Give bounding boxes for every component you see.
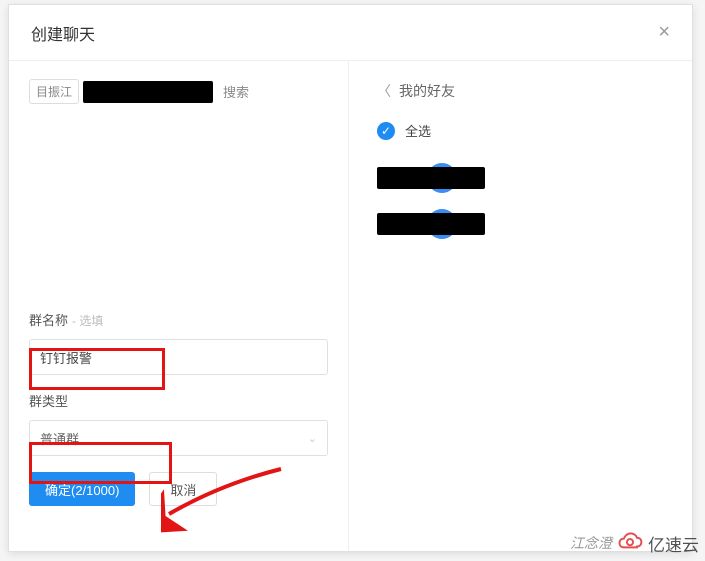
group-type-label: 群类型 (29, 391, 328, 410)
redacted-content (83, 81, 213, 103)
right-panel: 〈 我的好友 全选 (349, 61, 692, 551)
watermark: 江念澄 亿速云 (570, 529, 699, 557)
select-all-label: 全选 (405, 121, 431, 140)
friend-item[interactable] (377, 164, 664, 192)
group-type-select[interactable]: 普通群 ⌄ (29, 420, 328, 456)
friends-back[interactable]: 〈 我的好友 (377, 81, 664, 101)
select-all-row[interactable]: 全选 (377, 121, 664, 140)
friends-title: 我的好友 (399, 81, 455, 101)
watermark-author: 江念澄 (570, 533, 612, 553)
confirm-button[interactable]: 确定(2/1000) (29, 472, 135, 506)
chevron-down-icon: ⌄ (308, 432, 317, 445)
close-button[interactable]: × (658, 21, 670, 44)
dialog-title: 创建聊天 (31, 21, 95, 45)
redacted-content (377, 213, 485, 235)
cloud-logo-icon (616, 529, 644, 557)
cancel-button[interactable]: 取消 (149, 472, 217, 506)
checkbox-checked-icon[interactable] (377, 122, 395, 140)
selected-contact-chip[interactable]: 目振江 (29, 79, 79, 104)
create-chat-dialog: 创建聊天 × 目振江 搜索 群名称- 选填 群类型 普通群 ⌄ 确定(2/100… (8, 4, 693, 552)
group-type-value: 普通群 (40, 429, 79, 448)
dialog-body: 目振江 搜索 群名称- 选填 群类型 普通群 ⌄ 确定(2/1000) 取消 (9, 61, 692, 551)
search-row: 目振江 搜索 (29, 79, 328, 104)
left-panel: 目振江 搜索 群名称- 选填 群类型 普通群 ⌄ 确定(2/1000) 取消 (9, 61, 349, 551)
watermark-brand: 亿速云 (648, 531, 699, 556)
group-name-input[interactable] (29, 339, 328, 375)
chevron-left-icon: 〈 (377, 81, 391, 101)
redacted-content (377, 167, 485, 189)
group-name-label: 群名称- 选填 (29, 310, 328, 329)
action-row: 确定(2/1000) 取消 (29, 472, 328, 506)
friend-item[interactable] (377, 210, 664, 238)
search-input[interactable]: 搜索 (223, 82, 249, 101)
dialog-header: 创建聊天 × (9, 5, 692, 61)
spacer (29, 114, 328, 294)
